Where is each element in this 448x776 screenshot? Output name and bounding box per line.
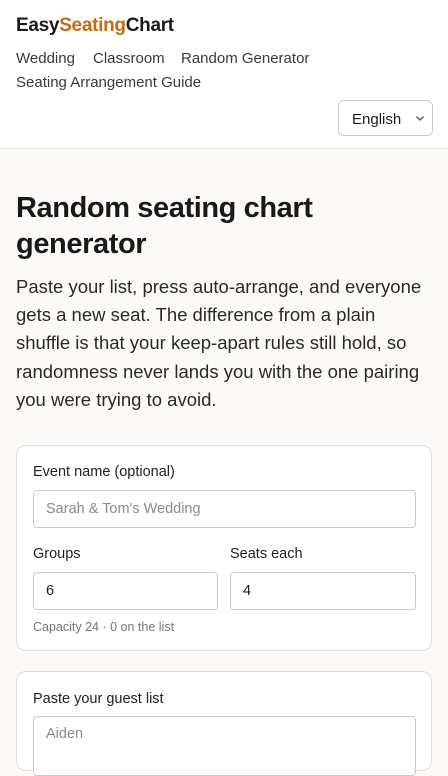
guest-list-label: Paste your guest list — [33, 691, 164, 707]
logo-text-chart: Chart — [125, 15, 174, 36]
page-title: Random seating chart generator — [16, 192, 313, 260]
chevron-down-icon — [416, 116, 424, 121]
event-settings-card: Event name (optional) Groups Seats each … — [16, 445, 432, 651]
nav-link-seating-guide[interactable]: Seating Arrangement Guide — [16, 74, 201, 91]
groups-input[interactable] — [33, 572, 218, 610]
language-select-value: English — [352, 111, 402, 128]
guest-list-textarea[interactable] — [33, 716, 416, 776]
site-header: EasySeatingChart Wedding Classroom Rando… — [0, 0, 448, 149]
logo-text-easy: Easy — [16, 15, 60, 36]
nav-link-random-generator[interactable]: Random Generator — [181, 50, 309, 67]
groups-label: Groups — [33, 546, 81, 562]
nav-link-wedding[interactable]: Wedding — [16, 50, 75, 67]
site-logo[interactable]: EasySeatingChart — [16, 15, 174, 37]
nav-link-classroom[interactable]: Classroom — [93, 50, 165, 67]
capacity-hint: Capacity 24 · 0 on the list — [33, 620, 175, 634]
event-name-label: Event name (optional) — [33, 464, 175, 480]
seats-each-input[interactable] — [230, 572, 416, 610]
guest-list-card: Paste your guest list — [16, 671, 432, 776]
logo-text-seating: Seating — [59, 15, 126, 36]
seats-each-label: Seats each — [230, 546, 303, 562]
event-name-input[interactable] — [33, 490, 416, 528]
intro-text: Paste your list, press auto-arrange, and… — [16, 276, 422, 410]
language-select[interactable]: English — [338, 100, 433, 136]
